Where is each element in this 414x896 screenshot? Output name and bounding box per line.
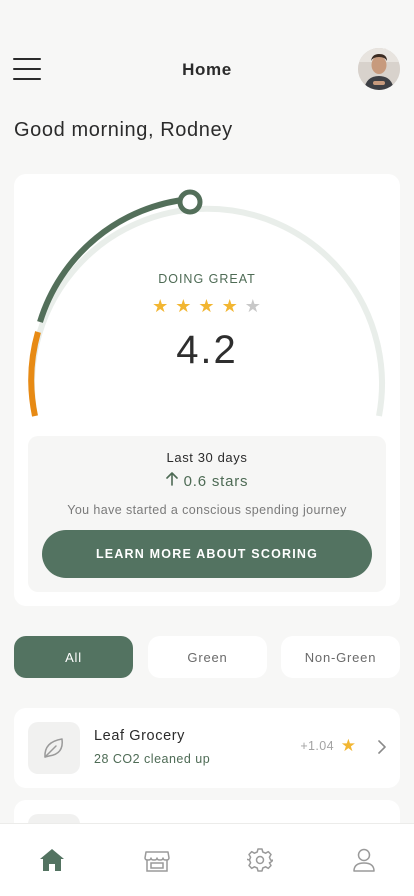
transaction-name: Leaf Grocery <box>94 728 186 744</box>
transaction-score-change: +1.04 <box>300 739 334 753</box>
transaction-item[interactable]: Leaf Grocery 28 CO2 cleaned up +1.04 ★ <box>14 708 400 788</box>
filter-tab-green[interactable]: Green <box>148 636 267 678</box>
gear-icon[interactable] <box>246 846 274 874</box>
gauge-knob <box>177 189 203 215</box>
transaction-subtitle: 28 CO2 cleaned up <box>94 752 211 766</box>
score-card: DOING GREAT ★ ★ ★ ★ ★ 4.2 Last 30 days 0… <box>14 174 400 606</box>
learn-more-button[interactable]: LEARN MORE ABOUT SCORING <box>42 530 372 578</box>
score-status: DOING GREAT <box>158 272 256 286</box>
star-rating: ★ ★ ★ ★ ★ <box>14 296 400 316</box>
filter-tabs: All Green Non-Green <box>14 636 400 678</box>
score-delta-text: 0.6 stars <box>183 473 249 490</box>
home-icon[interactable] <box>38 846 66 874</box>
top-bar: Home <box>0 46 414 92</box>
bottom-navigation <box>0 823 414 896</box>
user-icon[interactable] <box>350 846 378 874</box>
filter-tab-non-green[interactable]: Non-Green <box>281 636 400 678</box>
score-summary-panel: Last 30 days 0.6 stars You have started … <box>28 436 386 592</box>
chevron-right-icon[interactable] <box>376 738 388 756</box>
avatar[interactable] <box>358 48 400 90</box>
journey-text: You have started a conscious spending jo… <box>67 503 347 517</box>
star-icon: ★ <box>221 296 239 316</box>
period-label: Last 30 days <box>166 450 248 465</box>
leaf-icon <box>28 722 80 774</box>
star-icon: ★ <box>175 296 193 316</box>
score-delta: 0.6 stars <box>28 472 386 490</box>
star-icon: ★ <box>198 296 216 316</box>
arrow-up-icon <box>165 472 178 490</box>
star-icon: ★ <box>340 736 356 755</box>
store-icon[interactable] <box>143 846 171 874</box>
star-icon: ★ <box>152 296 170 316</box>
filter-tab-all[interactable]: All <box>14 636 133 678</box>
page-title: Home <box>182 60 232 79</box>
score-value: 4.2 <box>176 328 238 372</box>
greeting-text: Good morning, Rodney <box>14 119 233 141</box>
star-empty-icon: ★ <box>244 296 262 316</box>
